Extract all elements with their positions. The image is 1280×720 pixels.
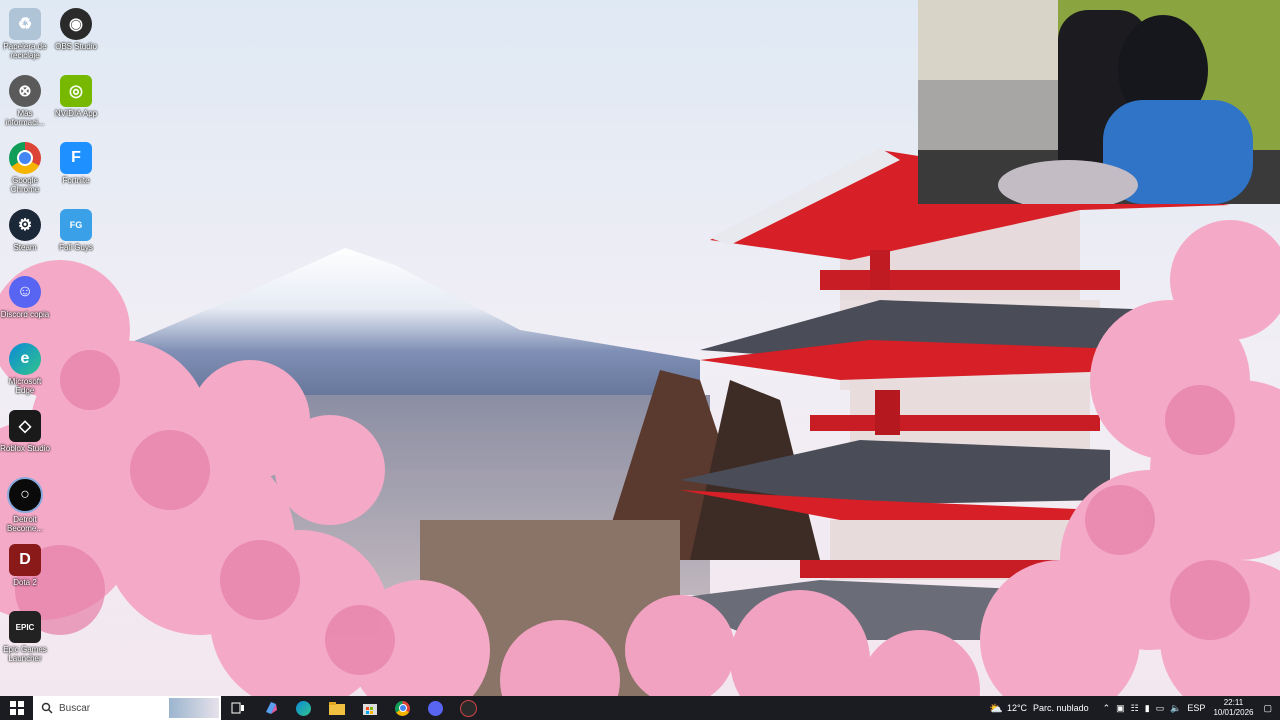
desktop-icon-fall-guys[interactable]: FG Fall Guys <box>51 205 101 267</box>
webcam-overlay <box>918 0 1280 204</box>
taskbar-edge[interactable] <box>287 696 320 720</box>
notification-icon[interactable]: ▢ <box>1263 703 1272 714</box>
info-icon: ⊗ <box>9 75 41 107</box>
windows-icon <box>9 701 24 715</box>
taskbar-store[interactable] <box>353 696 386 720</box>
desktop-icon-dota-2[interactable]: D Dota 2 <box>0 540 50 602</box>
edge-icon: e <box>9 343 41 375</box>
desktop-icon-recycle-bin[interactable]: ♻ Papelera de reciclaje <box>0 4 50 66</box>
fortnite-icon: F <box>60 142 92 174</box>
tray-mic-icon[interactable]: ▮ <box>1145 703 1150 714</box>
clock-time: 22:11 <box>1223 698 1244 707</box>
tray-app-icon[interactable]: ▣ <box>1116 703 1125 714</box>
tray-overflow-icon[interactable]: ⌃ <box>1103 703 1111 714</box>
clock-date: 10/01/2026 <box>1213 708 1254 717</box>
search-placeholder: Buscar <box>59 702 91 714</box>
tray-display-icon[interactable]: ▭ <box>1156 703 1165 714</box>
system-tray: ⛅ 12°C Parc. nublado ⌃ ▣ ☷ ▮ ▭ 🔈 ESP 22:… <box>989 696 1280 720</box>
obs-icon <box>460 699 477 717</box>
taskbar-discord[interactable] <box>419 696 452 720</box>
weather-temp: 12°C <box>1006 703 1028 713</box>
epic-icon: EPIC <box>9 611 41 643</box>
detroit-icon: ○ <box>7 477 43 513</box>
copilot-button[interactable] <box>254 696 287 720</box>
dota-icon: D <box>9 544 41 576</box>
desktop-icon-fortnite[interactable]: F Fortnite <box>51 138 101 200</box>
taskbar-chrome[interactable] <box>386 696 419 720</box>
obs-icon: ◉ <box>60 8 92 40</box>
desktop-icon-obs-studio[interactable]: ◉ OBS Studio <box>51 4 101 66</box>
steam-icon: ⚙ <box>9 209 41 241</box>
fall-guys-icon: FG <box>60 209 92 241</box>
start-button[interactable] <box>0 696 33 720</box>
search-box[interactable]: Buscar <box>33 696 221 720</box>
copilot-icon <box>265 702 277 714</box>
tray-volume-icon[interactable]: 🔈 <box>1170 703 1181 714</box>
discord-icon: ☺ <box>9 276 41 308</box>
search-icon <box>41 702 53 714</box>
discord-icon <box>428 700 443 716</box>
weather-text: Parc. nublado <box>1033 703 1089 713</box>
recycle-bin-icon: ♻ <box>9 8 41 40</box>
desktop-icon-more-info[interactable]: ⊗ Más informaci... <box>0 71 50 133</box>
desktop-icon-nvidia-app[interactable]: ◎ NVIDIA App <box>51 71 101 133</box>
desktop-icon-discord[interactable]: ☺ Discord copia <box>0 272 50 334</box>
desktop-icon-epic-games[interactable]: EPIC Epic Games Launcher <box>0 607 50 669</box>
edge-icon <box>296 700 311 716</box>
desktop-icon-steam[interactable]: ⚙ Steam <box>0 205 50 267</box>
store-icon <box>362 704 377 715</box>
file-explorer-icon <box>328 701 345 715</box>
chrome-icon <box>9 142 41 174</box>
search-highlight-image <box>169 698 219 718</box>
desktop-icon-microsoft-edge[interactable]: e Microsoft Edge <box>0 339 50 401</box>
weather-icon: ⛅ <box>989 702 1003 715</box>
roblox-icon: ◇ <box>9 410 41 442</box>
task-view-icon <box>231 702 244 714</box>
taskbar-file-explorer[interactable] <box>320 696 353 720</box>
language-indicator[interactable]: ESP <box>1187 703 1205 713</box>
taskbar-obs[interactable] <box>452 696 485 720</box>
weather-widget[interactable]: ⛅ 12°C Parc. nublado <box>989 702 1088 715</box>
clock[interactable]: 22:11 10/01/2026 <box>1213 698 1253 718</box>
tray-network-icon[interactable]: ☷ <box>1131 703 1139 714</box>
desktop-icon-detroit[interactable]: ○ Detroit Become... <box>0 473 50 535</box>
taskbar: Buscar ⛅ 12°C Parc. nublado ⌃ ▣ ☷ ▮ ▭ 🔈 … <box>0 696 1280 720</box>
desktop-icon-google-chrome[interactable]: Google Chrome <box>0 138 50 200</box>
desktop-icon-roblox-studio[interactable]: ◇ Roblox Studio <box>0 406 50 468</box>
task-view-button[interactable] <box>221 696 254 720</box>
nvidia-icon: ◎ <box>60 75 92 107</box>
chrome-icon <box>395 700 410 716</box>
